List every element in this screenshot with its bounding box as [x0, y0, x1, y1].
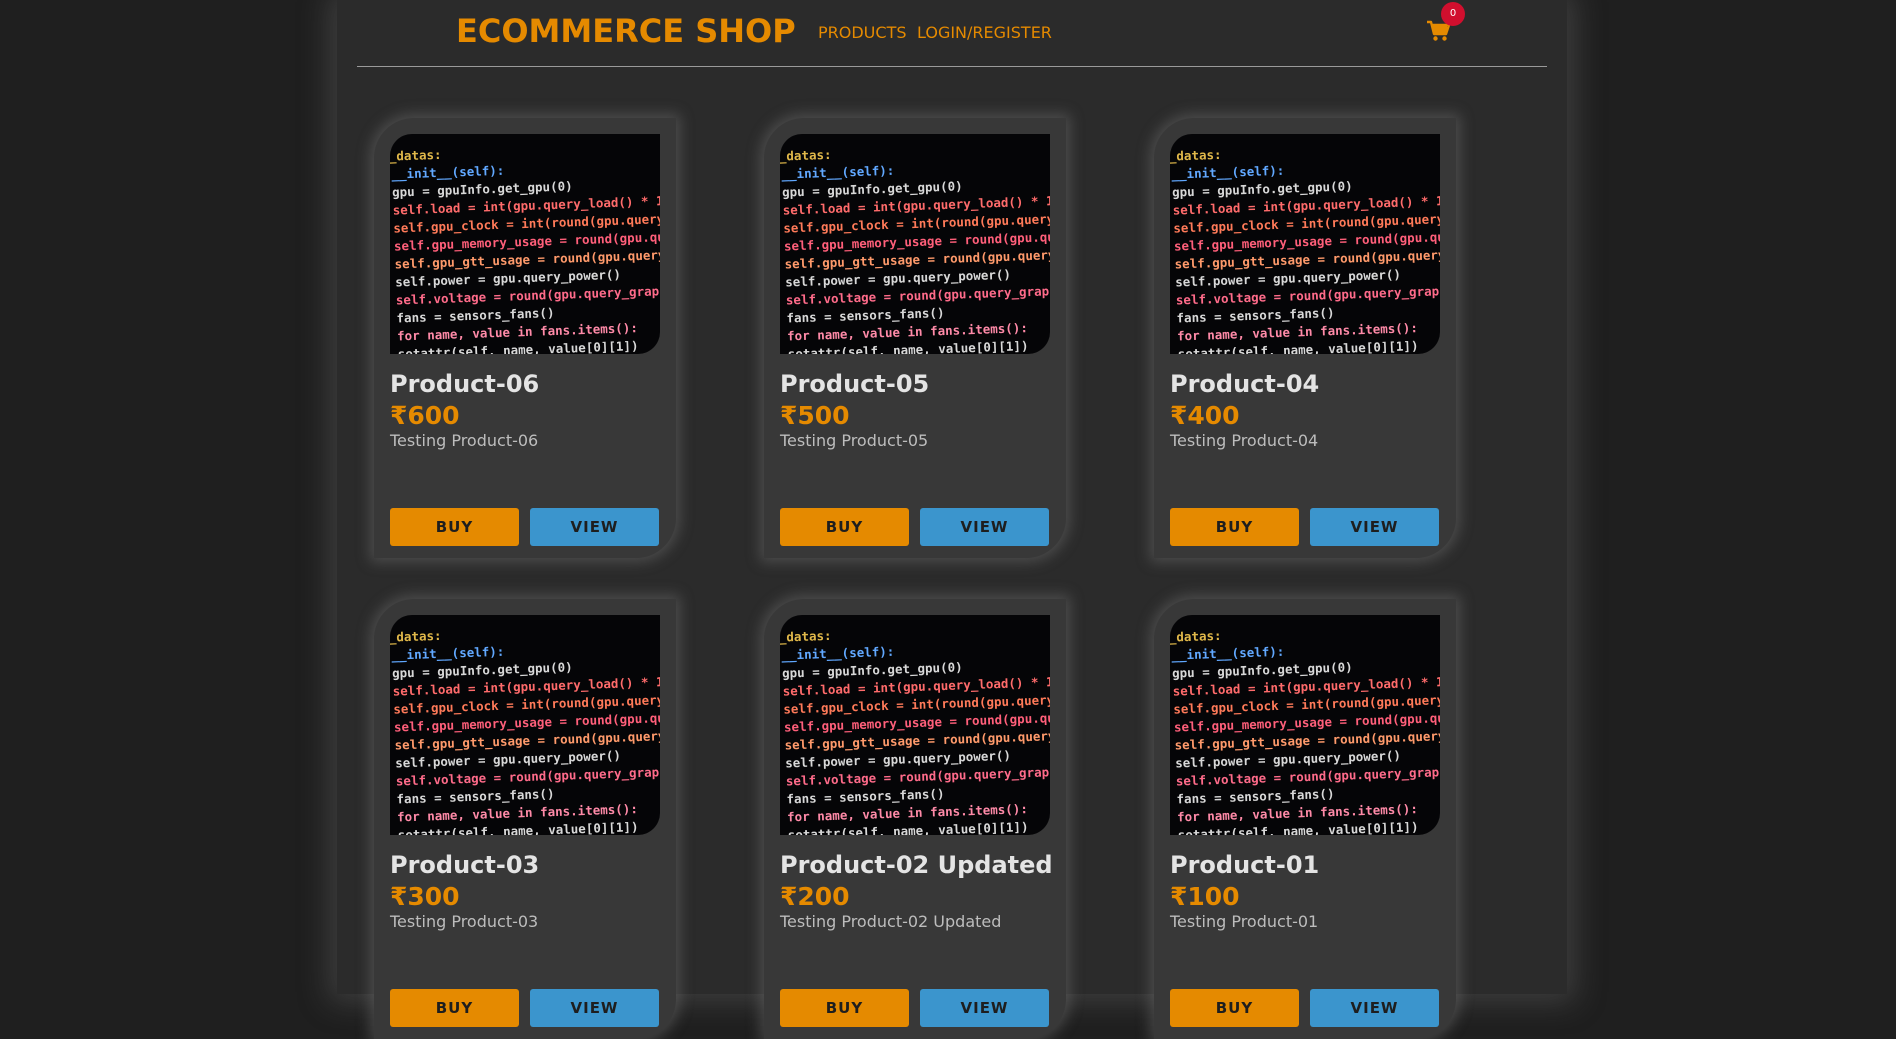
product-title: Product-05 — [780, 370, 930, 398]
nav-link-login-register[interactable]: LOGIN/REGISTER — [917, 23, 1052, 42]
product-description: Testing Product-05 — [780, 431, 929, 450]
view-button[interactable]: VIEW — [1310, 989, 1439, 1027]
product-image[interactable]: _datas: __init__(self): gpu = gpuInfo.get… — [1170, 615, 1440, 835]
product-image[interactable]: _datas: __init__(self): gpu = gpuInfo.get… — [780, 615, 1050, 835]
buy-button[interactable]: BUY — [780, 989, 909, 1027]
code-line: __init__(self): — [781, 644, 894, 664]
buy-button[interactable]: BUY — [1170, 989, 1299, 1027]
code-line: __init__(self): — [391, 163, 504, 183]
product-title: Product-02 Updated — [780, 851, 1053, 879]
product-card: _datas: __init__(self): gpu = gpuInfo.get… — [1154, 599, 1456, 1039]
product-title: Product-03 — [390, 851, 540, 879]
cart-count-badge: 0 — [1441, 2, 1465, 26]
nav-link-products[interactable]: PRODUCTS — [818, 23, 907, 42]
product-price: ₹200 — [780, 882, 850, 911]
product-price: ₹100 — [1170, 882, 1240, 911]
code-screenshot-image: _datas: __init__(self):gpu = gpuInfo.get… — [1170, 147, 1440, 354]
buy-button[interactable]: BUY — [390, 508, 519, 546]
product-title: Product-04 — [1170, 370, 1320, 398]
product-description: Testing Product-06 — [390, 431, 539, 450]
product-description: Testing Product-02 Updated — [780, 912, 1002, 931]
code-line: _datas: — [390, 628, 442, 646]
code-line: __init__(self): — [1171, 163, 1284, 183]
view-button[interactable]: VIEW — [920, 989, 1049, 1027]
product-image[interactable]: _datas: __init__(self): gpu = gpuInfo.get… — [390, 134, 660, 354]
product-title: Product-06 — [390, 370, 540, 398]
product-description: Testing Product-04 — [1170, 431, 1319, 450]
code-screenshot-image: _datas: __init__(self):gpu = gpuInfo.get… — [1170, 628, 1440, 835]
code-line: __init__(self): — [781, 163, 894, 183]
code-line: _datas: — [390, 147, 442, 165]
code-screenshot-image: _datas: __init__(self):gpu = gpuInfo.get… — [390, 628, 660, 835]
code-line: __init__(self): — [391, 644, 504, 664]
product-image[interactable]: _datas: __init__(self): gpu = gpuInfo.get… — [780, 134, 1050, 354]
product-image[interactable]: _datas: __init__(self): gpu = gpuInfo.get… — [390, 615, 660, 835]
product-price: ₹500 — [780, 401, 850, 430]
view-button[interactable]: VIEW — [530, 508, 659, 546]
code-line: __init__(self): — [1171, 644, 1284, 664]
page-container: ECOMMERCE SHOP PRODUCTS LOGIN/REGISTER 0… — [337, 0, 1567, 1039]
product-card: _datas: __init__(self): gpu = gpuInfo.get… — [1154, 118, 1456, 558]
product-price: ₹400 — [1170, 401, 1240, 430]
buy-button[interactable]: BUY — [390, 989, 519, 1027]
buy-button[interactable]: BUY — [780, 508, 909, 546]
product-card: _datas: __init__(self): gpu = gpuInfo.get… — [764, 599, 1066, 1039]
view-button[interactable]: VIEW — [920, 508, 1049, 546]
product-description: Testing Product-01 — [1170, 912, 1319, 931]
product-card: _datas: __init__(self): gpu = gpuInfo.get… — [374, 599, 676, 1039]
code-line: _datas: — [780, 628, 832, 646]
code-line: _datas: — [780, 147, 832, 165]
product-price: ₹300 — [390, 882, 460, 911]
code-line: _datas: — [1170, 628, 1222, 646]
product-title: Product-01 — [1170, 851, 1320, 879]
buy-button[interactable]: BUY — [1170, 508, 1299, 546]
view-button[interactable]: VIEW — [530, 989, 659, 1027]
product-card: _datas: __init__(self): gpu = gpuInfo.get… — [374, 118, 676, 558]
code-screenshot-image: _datas: __init__(self):gpu = gpuInfo.get… — [390, 147, 660, 354]
view-button[interactable]: VIEW — [1310, 508, 1439, 546]
code-line: _datas: — [1170, 147, 1222, 165]
navbar: ECOMMERCE SHOP PRODUCTS LOGIN/REGISTER 0 — [357, 0, 1547, 67]
brand-logo[interactable]: ECOMMERCE SHOP — [456, 12, 796, 50]
code-screenshot-image: _datas: __init__(self):gpu = gpuInfo.get… — [780, 147, 1050, 354]
product-image[interactable]: _datas: __init__(self): gpu = gpuInfo.get… — [1170, 134, 1440, 354]
product-description: Testing Product-03 — [390, 912, 539, 931]
product-card: _datas: __init__(self): gpu = gpuInfo.get… — [764, 118, 1066, 558]
product-price: ₹600 — [390, 401, 460, 430]
code-screenshot-image: _datas: __init__(self):gpu = gpuInfo.get… — [780, 628, 1050, 835]
